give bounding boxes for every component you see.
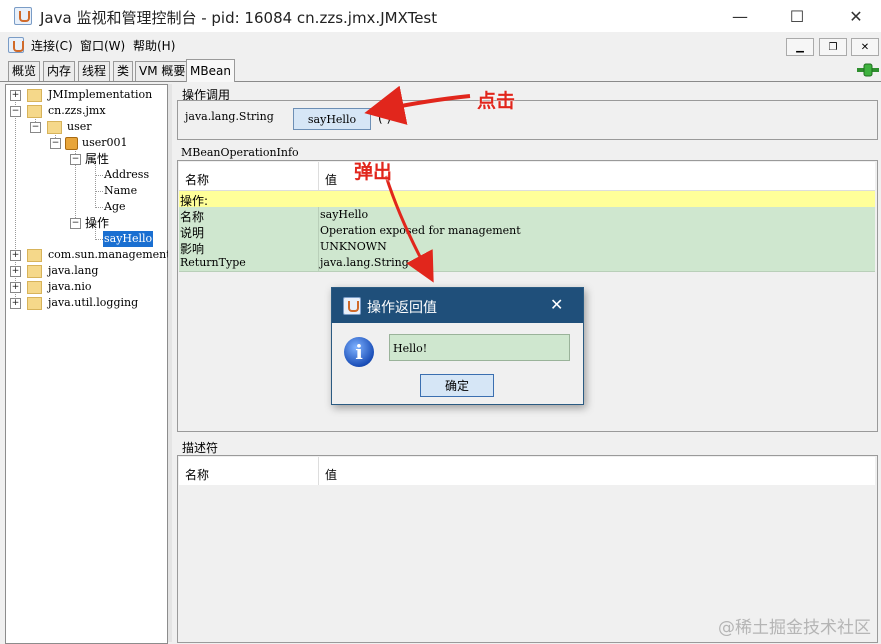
popup-arrow — [384, 175, 434, 283]
watermark: @稀土掘金技术社区 — [718, 618, 871, 638]
annotation-click: 点击 — [477, 90, 516, 112]
click-arrow — [364, 85, 471, 125]
annotation-arrows — [364, 85, 471, 283]
annotation-popup: 弹出 — [354, 161, 393, 183]
